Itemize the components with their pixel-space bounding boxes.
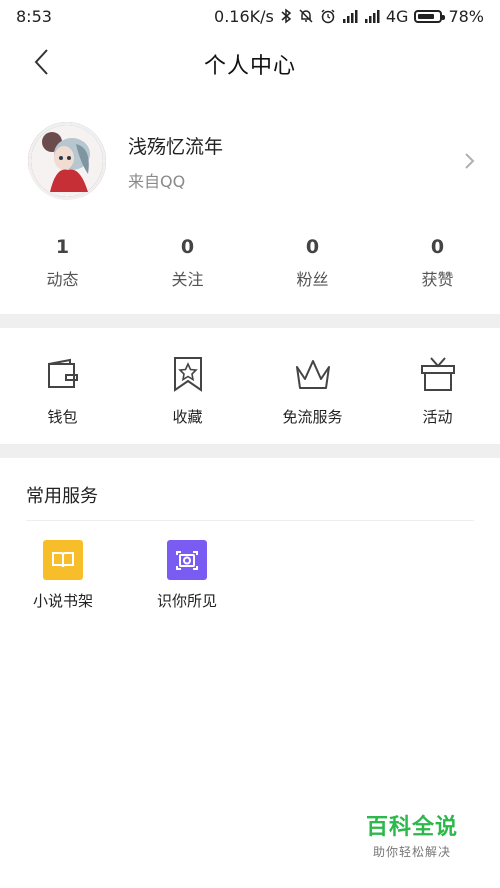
menu-item-events[interactable]: 活动 xyxy=(375,340,500,436)
watermark-logo: 百科全说 助你轻松解决 xyxy=(366,809,458,860)
watermark-title: 百科全说 xyxy=(365,815,458,840)
menu-row: 钱包 收藏 免流服务 活动 xyxy=(0,340,500,436)
stat-label: 粉丝 xyxy=(296,270,329,289)
stat-label: 动态 xyxy=(46,270,79,289)
network-type: 4G xyxy=(385,6,409,26)
user-source: 来自QQ xyxy=(128,172,186,191)
stat-label: 获赞 xyxy=(421,270,454,289)
page-title: 个人中心 xyxy=(203,54,296,79)
menu-label: 免流服务 xyxy=(282,408,343,426)
bookmark-star-icon xyxy=(125,354,250,394)
battery-percent: 78% xyxy=(448,6,484,26)
status-bar: 8:53 0.16K/s 4G 78% xyxy=(0,0,500,32)
service-novel-shelf[interactable]: 小说书架 xyxy=(18,540,108,611)
status-icons: 0.16K/s 4G 78% xyxy=(214,7,484,26)
menu-label: 活动 xyxy=(422,408,453,426)
alarm-icon xyxy=(320,8,336,24)
menu-label: 收藏 xyxy=(172,408,203,426)
section-title: 常用服务 xyxy=(26,486,98,507)
book-icon xyxy=(43,540,83,580)
menu-item-favorites[interactable]: 收藏 xyxy=(125,340,250,436)
status-time: 8:53 xyxy=(16,6,52,26)
watermark-subtitle: 助你轻松解决 xyxy=(372,845,451,859)
stat-followers[interactable]: 0 粉丝 xyxy=(250,236,375,296)
stat-value: 1 xyxy=(55,236,70,258)
service-label: 识你所见 xyxy=(156,592,217,610)
user-name: 浅殇忆流年 xyxy=(128,136,224,158)
camera-scan-icon xyxy=(167,540,207,580)
crown-icon xyxy=(250,354,375,394)
menu-item-wallet[interactable]: 钱包 xyxy=(0,340,125,436)
signal-icon xyxy=(342,9,358,23)
menu-label: 钱包 xyxy=(47,408,78,426)
menu-item-free-data[interactable]: 免流服务 xyxy=(250,340,375,436)
signal-icon xyxy=(364,9,380,23)
chevron-right-icon[interactable] xyxy=(464,152,476,174)
avatar[interactable] xyxy=(28,122,106,200)
bluetooth-icon xyxy=(280,8,292,24)
wallet-icon xyxy=(0,354,125,394)
divider-line xyxy=(26,520,474,521)
stat-likes[interactable]: 0 获赞 xyxy=(375,236,500,296)
service-image-recognition[interactable]: 识你所见 xyxy=(142,540,232,611)
stat-value: 0 xyxy=(305,236,320,258)
gift-box-icon xyxy=(375,354,500,394)
section-divider xyxy=(0,314,500,328)
stat-label: 关注 xyxy=(171,270,204,289)
battery-icon xyxy=(414,9,446,23)
stat-value: 0 xyxy=(430,236,445,258)
mute-icon xyxy=(298,8,314,24)
network-speed: 0.16K/s xyxy=(214,6,274,26)
nav-bar: 个人中心 xyxy=(0,34,500,90)
section-divider xyxy=(0,444,500,458)
stat-following[interactable]: 0 关注 xyxy=(125,236,250,296)
stats-row: 1 动态 0 关注 0 粉丝 0 获赞 xyxy=(0,236,500,296)
profile-row[interactable]: 浅殇忆流年 来自QQ xyxy=(0,118,500,204)
stat-posts[interactable]: 1 动态 xyxy=(0,236,125,296)
service-label: 小说书架 xyxy=(32,592,93,610)
stat-value: 0 xyxy=(180,236,195,258)
